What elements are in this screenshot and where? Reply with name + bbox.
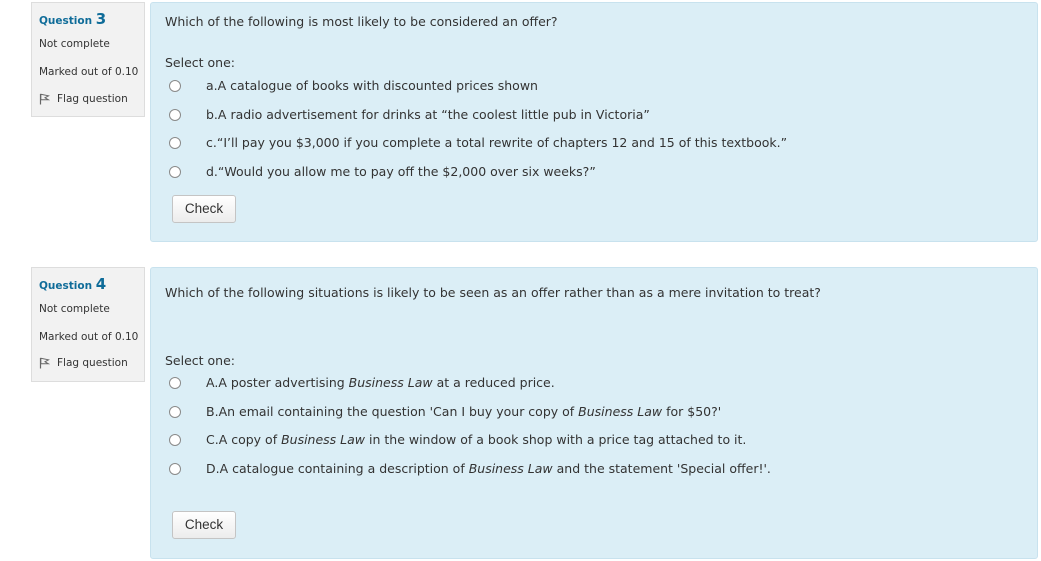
answer-option-label: A.A poster advertising Business Law at a… [206,375,555,390]
flag-icon [39,93,50,105]
answer-option-text: A catalogue of books with discounted pri… [217,78,538,93]
radio-button[interactable] [169,376,181,389]
answer-option[interactable]: D.A catalogue containing a description o… [169,461,771,476]
question-info: Question 4 Not complete Marked out of 0.… [31,267,145,382]
answer-option-text: at a reduced price. [432,375,555,390]
select-one-prompt: Select one: [165,353,236,368]
answer-option-letter: C. [206,432,219,447]
question-content: Which of the following is most likely to… [150,2,1038,242]
question-text: Which of the following is most likely to… [165,14,558,29]
flag-question-link[interactable]: Flag question [39,93,128,105]
answer-option[interactable]: b.A radio advertisement for drinks at “t… [169,107,650,122]
question-grade: Marked out of 0.10 [39,331,139,343]
answer-option-text: “I’ll pay you $3,000 if you complete a t… [216,135,788,150]
radio-button[interactable] [169,462,181,475]
answer-option-label: B.An email containing the question 'Can … [206,404,721,419]
question-state: Not complete [39,303,110,315]
answer-option-letter: D. [206,461,220,476]
question-number: Question 3 [39,10,106,28]
check-button[interactable]: Check [172,195,236,223]
answer-option-letter: B. [206,404,219,419]
answer-option-text: A copy of [218,432,282,447]
flag-question-label: Flag question [57,93,128,105]
question-content: Which of the following situations is lik… [150,267,1038,559]
answer-option-label: D.A catalogue containing a description o… [206,461,771,476]
answer-option-letter: c. [206,135,217,150]
answer-option-letter: b. [206,107,218,122]
radio-button[interactable] [169,433,181,446]
question-text: Which of the following situations is lik… [165,285,821,300]
flag-question-label: Flag question [57,357,128,369]
select-one-prompt: Select one: [165,55,236,70]
radio-button[interactable] [169,136,181,149]
book-title: Business Law [281,432,366,447]
answer-option-text: for $50?' [662,404,722,419]
answer-option-letter: A. [206,375,219,390]
answer-option-label: c.“I’ll pay you $3,000 if you complete a… [206,135,787,150]
book-title: Business Law [578,404,663,419]
answer-option[interactable]: d.“Would you allow me to pay off the $2,… [169,164,596,179]
answer-option-label: b.A radio advertisement for drinks at “t… [206,107,650,122]
answer-option-label: d.“Would you allow me to pay off the $2,… [206,164,596,179]
answer-option-text: in the window of a book shop with a pric… [365,432,747,447]
question-number-value: 4 [95,275,107,293]
answer-option-label: C.A copy of Business Law in the window o… [206,432,746,447]
question-number-value: 3 [95,10,107,28]
flag-icon [39,357,50,369]
question-prefix: Question [39,15,93,27]
radio-button[interactable] [169,165,181,178]
book-title: Business Law [468,461,553,476]
check-button[interactable]: Check [172,511,236,539]
radio-button[interactable] [169,108,181,121]
answer-option[interactable]: C.A copy of Business Law in the window o… [169,432,746,447]
question-grade: Marked out of 0.10 [39,66,139,78]
question-prefix: Question [39,280,93,292]
answer-option-text: An email containing the question 'Can I … [218,404,579,419]
answer-option-text: A radio advertisement for drinks at “the… [217,107,650,122]
radio-button[interactable] [169,405,181,418]
answer-option-text: A catalogue containing a description of [219,461,469,476]
question-number: Question 4 [39,275,106,293]
answer-option[interactable]: B.An email containing the question 'Can … [169,404,721,419]
answer-option-label: a.A catalogue of books with discounted p… [206,78,538,93]
answer-option-letter: a. [206,78,218,93]
answer-option[interactable]: a.A catalogue of books with discounted p… [169,78,538,93]
book-title: Business Law [348,375,433,390]
answer-option[interactable]: A.A poster advertising Business Law at a… [169,375,555,390]
answer-option-text: and the statement 'Special offer!'. [552,461,771,476]
radio-button[interactable] [169,79,181,92]
question-info: Question 3 Not complete Marked out of 0.… [31,2,145,117]
flag-question-link[interactable]: Flag question [39,357,128,369]
answer-option[interactable]: c.“I’ll pay you $3,000 if you complete a… [169,135,787,150]
answer-option-text: A poster advertising [218,375,349,390]
answer-option-text: “Would you allow me to pay off the $2,00… [217,164,596,179]
question-state: Not complete [39,38,110,50]
answer-option-letter: d. [206,164,218,179]
